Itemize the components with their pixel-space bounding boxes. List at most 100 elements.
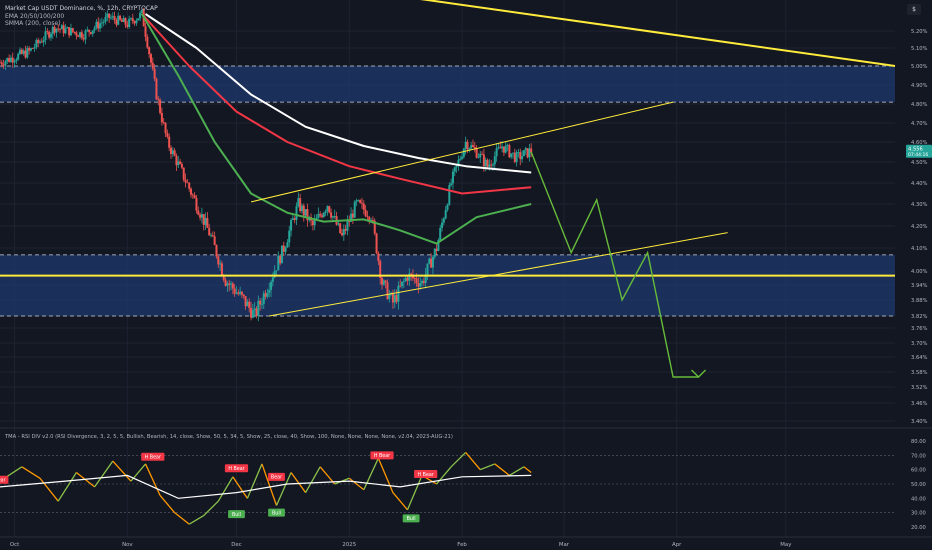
price-tick-label: 4.40% bbox=[911, 181, 928, 187]
candle-body bbox=[322, 212, 325, 217]
price-tick-label: 5.10% bbox=[911, 46, 928, 52]
candle-body bbox=[231, 283, 234, 289]
candle-body bbox=[59, 28, 62, 30]
candle-body bbox=[77, 35, 80, 37]
candle-body bbox=[441, 222, 444, 228]
candle-body bbox=[355, 200, 358, 202]
candle-body bbox=[180, 163, 183, 168]
candle-body bbox=[197, 210, 200, 215]
candle-body bbox=[508, 144, 511, 158]
price-tick-label: 4.50% bbox=[911, 160, 928, 166]
price-tick-label: 3.46% bbox=[911, 401, 928, 407]
candle-body bbox=[279, 255, 282, 264]
candle-body bbox=[428, 258, 431, 264]
candle-body bbox=[44, 31, 47, 41]
candle-body bbox=[402, 280, 405, 282]
candle-body bbox=[240, 291, 243, 295]
candle-body bbox=[237, 292, 240, 295]
legend-smma[interactable]: SMMA (200, close) bbox=[5, 20, 158, 28]
candle-body bbox=[337, 223, 340, 225]
candle-body bbox=[300, 205, 303, 212]
candle-body bbox=[275, 270, 278, 272]
candle-body bbox=[288, 230, 291, 243]
candle-body bbox=[86, 29, 89, 31]
price-tick-label: 4.70% bbox=[911, 121, 928, 127]
candle-body bbox=[157, 99, 160, 101]
candle-body bbox=[168, 136, 171, 148]
candle-body bbox=[204, 218, 207, 225]
currency-scale-button[interactable]: $ bbox=[907, 4, 921, 15]
candle-body bbox=[9, 57, 12, 62]
price-tick-label: 5.00% bbox=[911, 64, 928, 70]
candle-body bbox=[519, 152, 522, 160]
candle-body bbox=[371, 220, 374, 221]
candle-body bbox=[188, 182, 191, 189]
candle-body bbox=[266, 292, 269, 297]
candle-body bbox=[340, 233, 343, 236]
candle-body bbox=[153, 68, 156, 79]
candle-body bbox=[282, 245, 285, 252]
candle-body bbox=[328, 206, 331, 213]
time-tick-label: Apr bbox=[672, 542, 682, 548]
candle-body bbox=[144, 26, 147, 37]
candle-body bbox=[488, 164, 491, 167]
candle-body bbox=[284, 247, 287, 252]
candle-body bbox=[208, 227, 211, 236]
candle-body bbox=[435, 248, 438, 251]
price-tick-label: 3.40% bbox=[911, 419, 928, 425]
candle-body bbox=[391, 292, 394, 303]
chart-canvas[interactable]: 5.20%5.10%5.00%4.90%4.80%4.70%4.60%4.50%… bbox=[0, 0, 932, 550]
candle-body bbox=[471, 145, 474, 147]
price-tick-label: 3.58% bbox=[911, 370, 928, 376]
candle-body bbox=[75, 32, 78, 36]
candle-body bbox=[51, 26, 54, 34]
countdown-label: 07:44:16 bbox=[908, 152, 928, 158]
candle-body bbox=[491, 164, 494, 166]
candle-body bbox=[361, 202, 364, 204]
zone-2 bbox=[0, 254, 895, 316]
candle-body bbox=[271, 277, 274, 282]
candle-body bbox=[461, 156, 464, 159]
candle-body bbox=[353, 201, 356, 218]
candle-body bbox=[330, 212, 333, 218]
candle-body bbox=[184, 179, 187, 183]
candle-body bbox=[430, 258, 433, 268]
candle-body bbox=[299, 198, 302, 212]
candle-body bbox=[29, 48, 32, 51]
candle-body bbox=[69, 28, 72, 36]
candle-body bbox=[149, 54, 152, 63]
candle-body bbox=[210, 235, 213, 237]
candle-body bbox=[15, 59, 18, 62]
candle-body bbox=[191, 194, 194, 196]
candle-body bbox=[482, 154, 485, 167]
candle-body bbox=[311, 220, 314, 226]
candle-body bbox=[260, 303, 263, 305]
candle-body bbox=[451, 171, 454, 184]
candle-body bbox=[444, 209, 447, 219]
indicator-legend[interactable]: TMA - RSI DIV v2.0 (RSI Divergence, 3, 2… bbox=[5, 434, 453, 440]
price-tick-label: 3.64% bbox=[911, 355, 928, 361]
candle-body bbox=[362, 203, 365, 210]
candle-body bbox=[297, 198, 300, 207]
candle-body bbox=[68, 27, 71, 36]
candle-body bbox=[159, 99, 162, 113]
candle-body bbox=[290, 220, 293, 231]
rsi-tick-label: 60.00 bbox=[911, 468, 926, 474]
divergence-label-text: Bull bbox=[272, 510, 281, 516]
rsi-tick-label: 50.00 bbox=[911, 482, 926, 488]
price-tick-label: 3.88% bbox=[911, 298, 928, 304]
candle-body bbox=[386, 282, 389, 299]
candle-body bbox=[317, 213, 320, 219]
time-tick-label: Mar bbox=[559, 542, 570, 548]
divergence-label-text: Bull bbox=[232, 512, 241, 518]
candle-body bbox=[28, 48, 31, 51]
candle-body bbox=[171, 150, 174, 155]
candle-body bbox=[213, 236, 216, 246]
candle-body bbox=[148, 47, 151, 55]
candle-body bbox=[377, 253, 380, 261]
candle-body bbox=[439, 227, 442, 240]
legend-ema[interactable]: EMA 20/50/100/200 bbox=[5, 13, 158, 21]
candle-body bbox=[324, 211, 327, 213]
candle-body bbox=[506, 144, 509, 146]
candle-body bbox=[470, 145, 473, 149]
